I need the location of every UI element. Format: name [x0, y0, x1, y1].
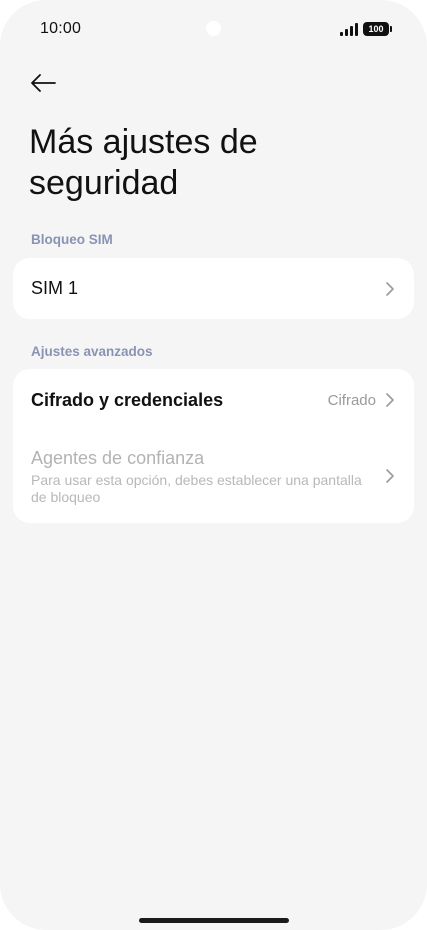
- back-arrow-icon: [31, 74, 56, 92]
- encryption-status-value: Cifrado: [327, 391, 376, 409]
- trust-agents-title: Agentes de confianza: [31, 448, 205, 468]
- status-bar: 10:00 100: [0, 0, 427, 60]
- home-indicator[interactable]: [139, 918, 289, 923]
- section-header-bloqueo-sim: Bloqueo SIM: [31, 232, 113, 247]
- trust-agents-item[interactable]: Agentes de confianza Para usar esta opci…: [13, 431, 414, 523]
- battery-level: 100: [368, 24, 384, 34]
- signal-icon: [340, 22, 358, 36]
- encryption-credentials-item[interactable]: Cifrado y credenciales Cifrado: [13, 369, 414, 431]
- sim-1-text: SIM 1: [31, 278, 384, 299]
- encryption-credentials-text: Cifrado y credenciales: [31, 390, 328, 411]
- chevron-right-icon: [384, 392, 396, 408]
- front-camera: [206, 21, 221, 36]
- trust-agents-subtitle: Para usar esta opción, debes establecer …: [31, 472, 362, 505]
- sim-1-item[interactable]: SIM 1: [13, 258, 414, 319]
- card-sim-lock: SIM 1: [13, 258, 414, 319]
- chevron-right-icon: [384, 281, 396, 297]
- page-title: Más ajustes de seguridad: [29, 123, 258, 202]
- encryption-credentials-title: Cifrado y credenciales: [31, 389, 224, 410]
- trust-agents-text: Agentes de confianza Para usar esta opci…: [31, 448, 384, 506]
- status-icons: 100: [340, 21, 392, 37]
- status-time: 10:00: [40, 20, 82, 37]
- card-advanced-settings: Cifrado y credenciales Cifrado Agentes d…: [13, 369, 414, 523]
- battery-icon: 100: [363, 22, 392, 36]
- back-button[interactable]: [26, 66, 60, 100]
- sim-1-title: SIM 1: [31, 278, 79, 298]
- section-header-ajustes-avanzados: Ajustes avanzados: [31, 344, 153, 359]
- phone-screen: 10:00 100 Más ajustes de seguridad Bloqu…: [0, 0, 427, 930]
- chevron-right-icon: [384, 468, 396, 484]
